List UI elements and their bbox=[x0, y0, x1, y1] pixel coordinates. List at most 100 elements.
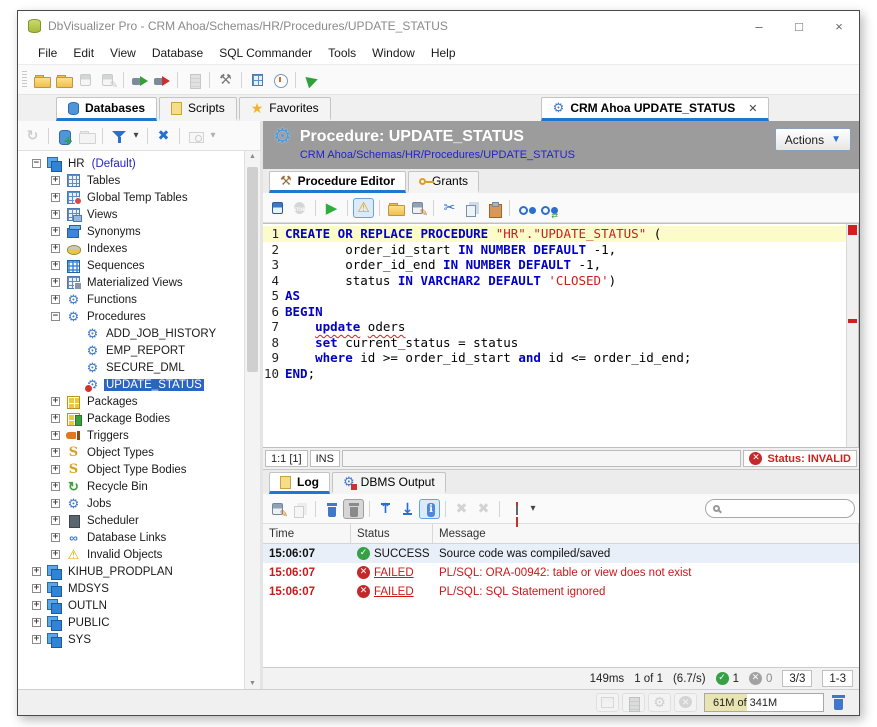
tab-log[interactable]: Log bbox=[269, 472, 330, 494]
minimize-button[interactable]: – bbox=[739, 11, 779, 41]
actions-button[interactable]: Actions ▼ bbox=[775, 128, 851, 151]
expand-icon[interactable]: + bbox=[51, 499, 60, 508]
expand-icon[interactable]: + bbox=[51, 465, 60, 474]
tools-icon[interactable]: ⚒ bbox=[215, 70, 236, 90]
collapse-icon[interactable]: − bbox=[51, 312, 60, 321]
expand-icon[interactable]: + bbox=[51, 278, 60, 287]
menu-file[interactable]: File bbox=[30, 43, 65, 63]
disconnect-icon[interactable] bbox=[151, 70, 172, 90]
maximize-button[interactable]: □ bbox=[779, 11, 819, 41]
toolbar-grip[interactable] bbox=[22, 71, 27, 89]
tree-item-emp-report[interactable]: ⚙EMP_REPORT bbox=[18, 342, 244, 359]
scroll-up-icon[interactable]: ▲ bbox=[245, 153, 260, 160]
column-header-time[interactable]: Time bbox=[263, 524, 351, 543]
garbage-collect-icon[interactable] bbox=[832, 695, 845, 711]
tree-item-tables[interactable]: +Tables bbox=[18, 172, 244, 189]
tree-item-materialized-views[interactable]: +Materialized Views bbox=[18, 274, 244, 291]
caret-icon[interactable]: ▾ bbox=[130, 126, 142, 146]
grid-window-icon[interactable] bbox=[247, 70, 268, 90]
expand-icon[interactable]: + bbox=[51, 414, 60, 423]
tab-databases[interactable]: Databases bbox=[56, 97, 157, 121]
tree-item-functions[interactable]: +⚙Functions bbox=[18, 291, 244, 308]
open-folder-icon[interactable] bbox=[31, 70, 52, 90]
tab-object-update-status[interactable]: ⚙ CRM Ahoa UPDATE_STATUS ✕ bbox=[541, 97, 770, 121]
connect-icon[interactable] bbox=[129, 70, 150, 90]
tree-item-secure-dml[interactable]: ⚙SECURE_DML bbox=[18, 359, 244, 376]
expand-icon[interactable]: + bbox=[51, 533, 60, 542]
filter-icon[interactable] bbox=[108, 126, 129, 146]
scroll-top-icon[interactable]: ↑ bbox=[375, 499, 396, 519]
menu-sql-commander[interactable]: SQL Commander bbox=[211, 43, 320, 63]
menu-help[interactable]: Help bbox=[423, 43, 464, 63]
open-folder-icon[interactable] bbox=[385, 198, 406, 218]
expand-icon[interactable]: + bbox=[32, 618, 41, 627]
expand-icon[interactable]: + bbox=[32, 584, 41, 593]
column-header-status[interactable]: Status bbox=[351, 524, 433, 543]
code-area[interactable]: 1CREATE OR REPLACE PROCEDURE "HR"."UPDAT… bbox=[263, 224, 846, 447]
caret-icon[interactable]: ▾ bbox=[527, 499, 539, 519]
close-tab-icon[interactable]: ✕ bbox=[748, 102, 757, 115]
save-compile-icon[interactable] bbox=[267, 198, 288, 218]
expand-icon[interactable]: + bbox=[51, 550, 60, 559]
tree-item-package-bodies[interactable]: +Package Bodies bbox=[18, 410, 244, 427]
menu-view[interactable]: View bbox=[102, 43, 144, 63]
scroll-down-icon[interactable]: ▼ bbox=[245, 680, 260, 687]
tree-item-object-type-bodies[interactable]: +SObject Type Bodies bbox=[18, 461, 244, 478]
save-as-icon[interactable] bbox=[407, 198, 428, 218]
warnings-icon[interactable]: ⚠ bbox=[353, 198, 374, 218]
bookmark-arrow-icon[interactable] bbox=[301, 70, 322, 90]
tree-item-scheduler[interactable]: +Scheduler bbox=[18, 512, 244, 529]
clear-icon[interactable] bbox=[321, 499, 342, 519]
error-marker[interactable] bbox=[848, 319, 857, 323]
expand-icon[interactable]: + bbox=[51, 482, 60, 491]
error-marker[interactable] bbox=[848, 225, 857, 235]
folder-settings-icon[interactable] bbox=[53, 70, 74, 90]
close-button[interactable]: × bbox=[819, 11, 859, 41]
tree-item-add-job-history[interactable]: ⚙ADD_JOB_HISTORY bbox=[18, 325, 244, 342]
log-row[interactable]: 15:06:07✓SUCCESSSource code was compiled… bbox=[263, 544, 859, 563]
tab-procedure-editor[interactable]: ⚒ Procedure Editor bbox=[269, 171, 406, 193]
log-search-input[interactable] bbox=[725, 503, 847, 515]
log-row[interactable]: 15:06:07✕FAILEDPL/SQL: ORA-00942: table … bbox=[263, 563, 859, 582]
expand-icon[interactable]: + bbox=[51, 431, 60, 440]
tree-item-public[interactable]: +PUBLIC bbox=[18, 614, 244, 631]
clear-all-icon[interactable] bbox=[343, 499, 364, 519]
split-icon[interactable] bbox=[505, 499, 526, 519]
expand-icon[interactable]: + bbox=[51, 261, 60, 270]
tree-item-object-types[interactable]: +SObject Types bbox=[18, 444, 244, 461]
tree-item-jobs[interactable]: +⚙Jobs bbox=[18, 495, 244, 512]
tree-item-mdsys[interactable]: +MDSYS bbox=[18, 580, 244, 597]
tree-item-indexes[interactable]: +Indexes bbox=[18, 240, 244, 257]
copy-icon[interactable] bbox=[461, 198, 482, 218]
tree-item-views[interactable]: +Views bbox=[18, 206, 244, 223]
monitor-clock-icon[interactable] bbox=[269, 70, 290, 90]
scroll-bottom-icon[interactable]: ↓ bbox=[397, 499, 418, 519]
tree-item-sys[interactable]: +SYS bbox=[18, 631, 244, 648]
tab-favorites[interactable]: ★ Favorites bbox=[239, 97, 331, 121]
find-icon[interactable] bbox=[515, 198, 536, 218]
expand-icon[interactable]: + bbox=[51, 295, 60, 304]
expand-icon[interactable]: + bbox=[32, 601, 41, 610]
expand-icon[interactable]: + bbox=[51, 516, 60, 525]
expand-icon[interactable]: + bbox=[51, 227, 60, 236]
tree-item-invalid-objects[interactable]: +⚠Invalid Objects bbox=[18, 546, 244, 563]
collapse-all-icon[interactable]: ✖ bbox=[153, 126, 174, 146]
memory-indicator[interactable]: 61M of 341M bbox=[704, 693, 824, 712]
tab-grants[interactable]: Grants bbox=[408, 171, 479, 193]
tab-dbms-output[interactable]: ⚙ DBMS Output bbox=[332, 472, 446, 494]
tree-item-sequences[interactable]: +Sequences bbox=[18, 257, 244, 274]
scrollbar-thumb[interactable] bbox=[247, 167, 258, 372]
tree-item-kihub-prodplan[interactable]: +KIHUB_PRODPLAN bbox=[18, 563, 244, 580]
expand-icon[interactable]: + bbox=[51, 448, 60, 457]
paste-icon[interactable] bbox=[483, 198, 504, 218]
menu-tools[interactable]: Tools bbox=[320, 43, 364, 63]
tree-item-update-status[interactable]: ⚙UPDATE_STATUS bbox=[18, 376, 244, 393]
expand-icon[interactable]: + bbox=[51, 244, 60, 253]
expand-icon[interactable]: + bbox=[51, 397, 60, 406]
tree-scrollbar[interactable]: ▲ ▼ bbox=[244, 151, 260, 689]
tree-item-synonyms[interactable]: +Synonyms bbox=[18, 223, 244, 240]
menu-edit[interactable]: Edit bbox=[65, 43, 102, 63]
tree-item-packages[interactable]: +Packages bbox=[18, 393, 244, 410]
find-replace-icon[interactable] bbox=[537, 198, 558, 218]
tree-item-procedures[interactable]: −⚙Procedures bbox=[18, 308, 244, 325]
